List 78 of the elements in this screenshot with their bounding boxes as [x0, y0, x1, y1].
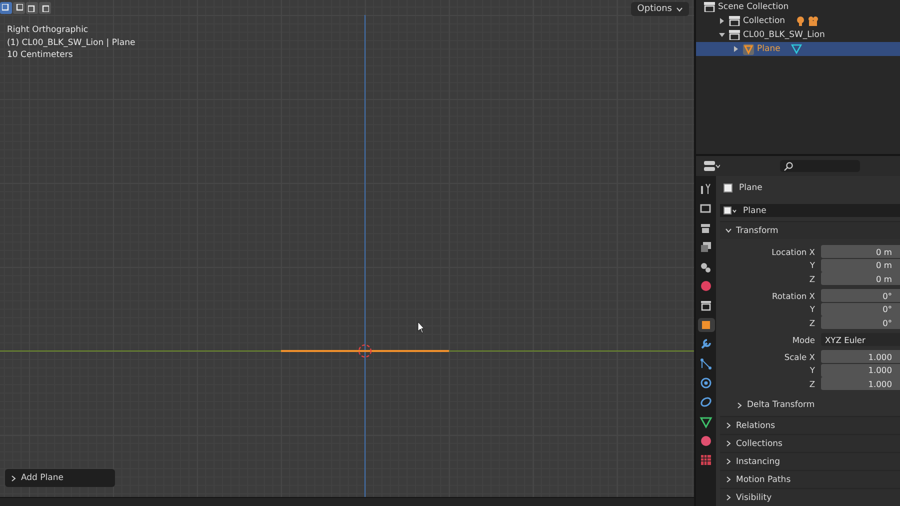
world-tab-icon — [699, 278, 713, 293]
collection-tab-icon — [699, 298, 713, 312]
lightbulb-icon — [796, 16, 806, 26]
chevron-icon — [725, 494, 732, 501]
number-field[interactable]: 1.000 — [821, 377, 900, 390]
viewport-info-text: (1) CL00_BLK_SW_Lion | Plane — [7, 36, 136, 50]
outliner-item[interactable]: Plane — [696, 42, 900, 56]
select-mode-button[interactable] — [39, 2, 51, 14]
property-label: Y — [808, 365, 815, 375]
expanded-arrow-icon[interactable] — [719, 32, 725, 38]
editor-type-icon[interactable] — [704, 160, 720, 172]
number-field[interactable]: 0° — [821, 289, 900, 302]
chevron-icon — [725, 440, 732, 447]
material-tab-icon — [699, 434, 713, 448]
object-icon — [723, 183, 733, 193]
property-label: Scale X — [783, 352, 815, 362]
viewport-grid[interactable]: Options Right Orthographic (1) CL00_BLK_SW_Lion | Plane 10 Centimeters Add Plane — [0, 0, 694, 497]
properties-tab[interactable] — [698, 395, 714, 410]
viewport-info-text: Right Orthographic — [7, 24, 90, 37]
chevron-right-icon — [10, 474, 17, 482]
property-label: Rotation X — [770, 290, 815, 300]
viewport-info-text: 10 Centimeters — [7, 49, 74, 62]
properties-tab[interactable] — [698, 318, 714, 332]
chevron-icon — [725, 476, 732, 483]
data-tab-icon — [699, 414, 713, 429]
number-field[interactable]: 0 m — [821, 272, 900, 285]
chevron-icon — [736, 402, 743, 408]
texture-tab-icon — [699, 453, 713, 468]
physics-tab-icon — [699, 376, 713, 390]
constraints-tab-icon — [699, 395, 713, 410]
properties-tab[interactable] — [698, 356, 714, 371]
property-label: Mode — [791, 334, 815, 344]
object-type-icon — [723, 206, 737, 216]
view-layer-tab-icon — [699, 240, 713, 254]
collapsed-arrow-icon[interactable] — [719, 18, 725, 24]
number-field[interactable]: 0° — [821, 302, 900, 316]
operator-panel[interactable]: Add Plane — [5, 469, 115, 487]
collapsed-arrow-icon[interactable] — [733, 46, 739, 52]
search-field[interactable] — [780, 160, 860, 172]
chevron-down-icon — [676, 6, 683, 12]
outliner-item[interactable]: Scene Collection — [696, 0, 900, 14]
property-label: Z — [808, 318, 815, 328]
property-label: Location X — [770, 246, 815, 256]
options-dropdown[interactable]: Options — [631, 2, 689, 16]
object-name-field[interactable]: Plane — [720, 204, 900, 217]
properties-tab[interactable] — [698, 414, 714, 429]
property-label: Y — [808, 260, 815, 270]
chevron-icon — [725, 227, 732, 234]
camera-icon — [808, 16, 820, 26]
number-field[interactable]: 0 m — [821, 258, 900, 272]
search-icon — [784, 162, 793, 170]
box-icon — [729, 30, 740, 40]
modifiers-tab-icon — [699, 337, 713, 352]
number-field[interactable]: 0° — [821, 316, 900, 329]
outliner-item[interactable]: CL00_BLK_SW_Lion — [696, 28, 900, 42]
select-mode-button[interactable] — [13, 2, 25, 14]
box-icon — [704, 2, 715, 12]
chevron-icon — [725, 458, 732, 465]
outliner-item[interactable]: Collection — [696, 14, 900, 28]
mouse-pointer-icon — [418, 322, 424, 334]
select-mode-button[interactable] — [26, 2, 38, 14]
chevron-icon — [725, 422, 732, 429]
property-label: Z — [808, 378, 815, 388]
box-icon — [729, 16, 740, 26]
triangle-object-icon — [743, 44, 754, 54]
tool-tab-icon — [699, 182, 713, 196]
context-label: Plane — [739, 183, 762, 193]
particles-tab-icon — [699, 356, 713, 371]
property-label: Z — [808, 274, 815, 284]
triangle-mesh-icon — [791, 44, 802, 54]
property-label: Y — [808, 304, 815, 314]
subpanel-header[interactable]: Delta Transform — [720, 394, 900, 416]
number-field[interactable]: 1.000 — [821, 364, 900, 376]
dropdown-field[interactable]: XYZ Euler — [821, 333, 900, 346]
number-field[interactable]: 1.000 — [821, 350, 900, 363]
number-field[interactable]: 0 m — [821, 245, 900, 258]
select-mode-button[interactable] — [0, 2, 12, 14]
3d-cursor-icon[interactable] — [358, 344, 372, 358]
